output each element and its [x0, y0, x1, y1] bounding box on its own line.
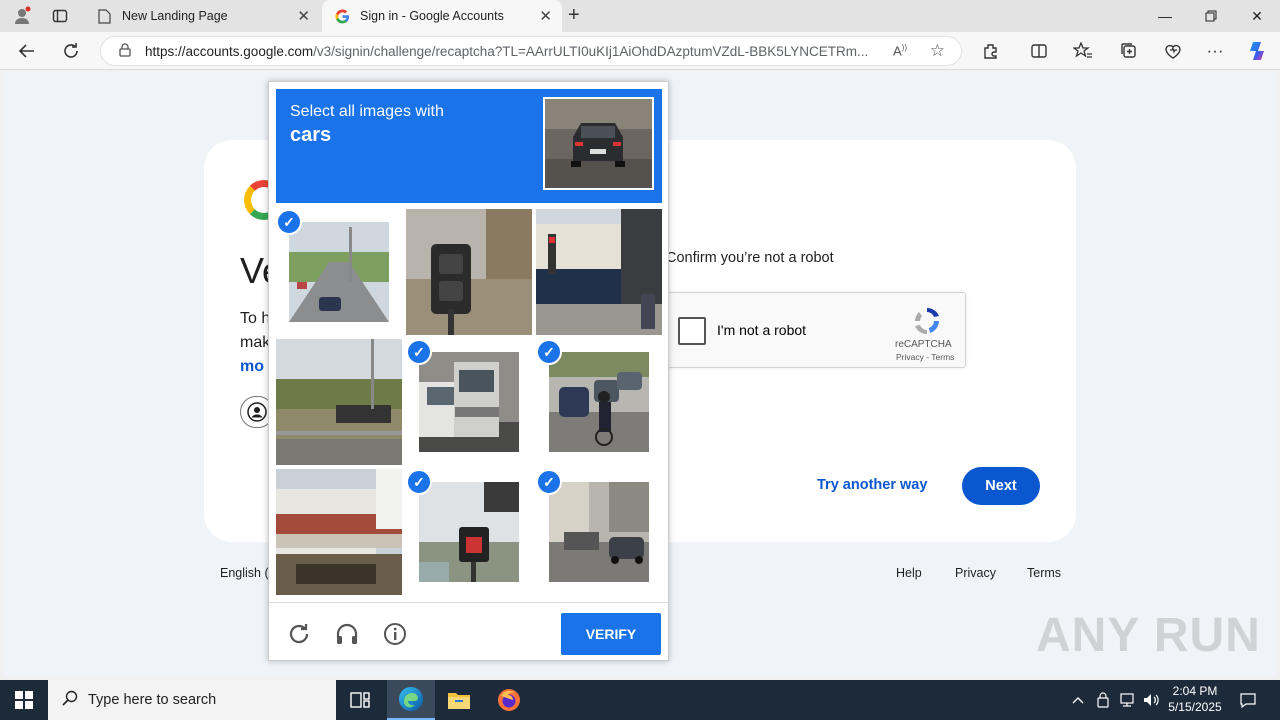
taskbar-search-box[interactable]: Type here to search [48, 680, 336, 720]
favorite-star-icon[interactable]: ☆ [930, 41, 945, 61]
footer-privacy-link[interactable]: Privacy [955, 566, 996, 580]
firefox-icon[interactable] [485, 680, 533, 720]
challenge-tile[interactable]: ✓ [276, 209, 402, 335]
recaptcha-challenge-popup: Select all images with cars ✓ ✓ ✓ ✓ ✓ VE… [268, 81, 669, 661]
tab-label: Sign in - Google Accounts [360, 9, 504, 23]
challenge-header: Select all images with cars [276, 89, 662, 203]
url-text[interactable]: https://accounts.google.com/v3/signin/ch… [145, 44, 875, 59]
recaptcha-logo-icon [911, 305, 943, 337]
account-icon [247, 402, 267, 422]
challenge-tile[interactable]: ✓ [536, 469, 662, 595]
back-arrow-icon[interactable] [14, 38, 40, 64]
windows-start-icon[interactable] [0, 680, 48, 720]
edge-browser-icon[interactable] [387, 680, 435, 720]
checkmark-icon: ✓ [406, 339, 432, 365]
challenge-image-grid: ✓ ✓ ✓ ✓ ✓ [276, 209, 662, 595]
new-tab-icon[interactable]: + [568, 4, 580, 27]
info-icon[interactable] [382, 621, 408, 647]
search-placeholder: Type here to search [88, 692, 217, 708]
recaptcha-name: reCAPTCHA [895, 339, 952, 350]
address-bar[interactable]: https://accounts.google.com/v3/signin/ch… [100, 36, 962, 66]
challenge-tile[interactable]: ✓ [536, 339, 662, 465]
clock-date: 5/15/2025 [1168, 700, 1222, 714]
task-view-icon[interactable] [336, 680, 384, 720]
confirm-robot-text: Confirm you’re not a robot [666, 250, 834, 266]
search-icon [62, 690, 78, 710]
footer-help-link[interactable]: Help [896, 566, 922, 580]
footer-terms-link[interactable]: Terms [1027, 566, 1061, 580]
minimize-icon[interactable]: — [1142, 0, 1188, 32]
challenge-tile[interactable] [276, 469, 402, 595]
show-hidden-icons-chevron-icon[interactable] [1068, 680, 1088, 720]
clock-time: 2:04 PM [1172, 684, 1218, 698]
verify-button[interactable]: VERIFY [561, 613, 661, 655]
recaptcha-checkbox-label: I'm not a robot [717, 322, 807, 338]
browser-title-bar: New Landing Page ✕ Sign in - Google Acco… [0, 0, 1280, 32]
description-line-2: mak [240, 334, 271, 351]
challenge-tile[interactable] [276, 339, 402, 465]
challenge-target: cars [290, 124, 332, 146]
checkmark-icon: ✓ [536, 469, 562, 495]
checkmark-icon: ✓ [276, 209, 302, 235]
url-path: /v3/signin/challenge/recaptcha?TL=AArrUL… [313, 43, 869, 59]
reload-challenge-icon[interactable] [286, 621, 312, 647]
description-line-1: To h [240, 310, 271, 327]
page-icon [96, 8, 112, 24]
split-screen-icon[interactable] [1026, 38, 1052, 64]
close-window-icon[interactable]: ✕ [1234, 0, 1280, 32]
read-aloud-icon[interactable]: A)) [893, 43, 907, 58]
browser-toolbar: https://accounts.google.com/v3/signin/ch… [0, 32, 1280, 70]
profile-icon[interactable] [10, 4, 34, 28]
google-icon [334, 8, 350, 24]
windows-taskbar: Type here to search 2:04 PM 5/15/2025 [0, 680, 1280, 720]
security-tray-icon[interactable] [1093, 680, 1113, 720]
close-tab-icon[interactable]: ✕ [297, 7, 310, 25]
tab-label: New Landing Page [122, 9, 228, 23]
challenge-footer: VERIFY [269, 602, 668, 660]
challenge-tile[interactable]: ✓ [406, 469, 532, 595]
restore-icon[interactable] [1188, 0, 1234, 32]
refresh-icon[interactable] [58, 38, 84, 64]
url-host: https://accounts.google.com [145, 43, 314, 59]
browser-essentials-icon[interactable] [1160, 38, 1186, 64]
try-another-way-button[interactable]: Try another way [817, 477, 927, 493]
close-tab-icon[interactable]: ✕ [539, 7, 552, 25]
file-explorer-icon[interactable] [435, 680, 483, 720]
lock-icon[interactable] [119, 42, 131, 60]
learn-more-link[interactable]: mo [240, 358, 264, 376]
tab-sign-in-google[interactable]: Sign in - Google Accounts ✕ [322, 0, 562, 32]
audio-challenge-icon[interactable] [334, 621, 360, 647]
network-icon[interactable] [1116, 680, 1138, 720]
next-button[interactable]: Next [962, 467, 1040, 505]
volume-icon[interactable] [1140, 680, 1162, 720]
taskbar-clock[interactable]: 2:04 PM 5/15/2025 [1162, 683, 1228, 715]
challenge-tile[interactable] [536, 209, 662, 335]
recaptcha-privacy-terms[interactable]: Privacy - Terms [896, 352, 954, 362]
tab-actions-icon[interactable] [48, 4, 72, 28]
copilot-icon[interactable] [1244, 38, 1270, 64]
challenge-tile[interactable] [406, 209, 532, 335]
recaptcha-checkbox[interactable] [678, 317, 706, 345]
notifications-icon[interactable] [1234, 680, 1262, 720]
challenge-instruction: Select all images with [290, 103, 444, 120]
checkmark-icon: ✓ [406, 469, 432, 495]
anyrun-watermark: ANY RUN [1036, 609, 1261, 662]
challenge-tile[interactable]: ✓ [406, 339, 532, 465]
collections-icon[interactable] [1116, 38, 1142, 64]
recaptcha-widget: I'm not a robot reCAPTCHA Privacy - Term… [666, 292, 966, 368]
tab-new-landing-page[interactable]: New Landing Page ✕ [84, 0, 320, 32]
favorites-icon[interactable] [1070, 38, 1096, 64]
more-options-icon[interactable]: ··· [1202, 38, 1228, 64]
checkmark-icon: ✓ [536, 339, 562, 365]
extensions-icon[interactable] [978, 38, 1004, 64]
language-selector[interactable]: English ( [220, 566, 269, 580]
sample-car-image [543, 97, 654, 190]
